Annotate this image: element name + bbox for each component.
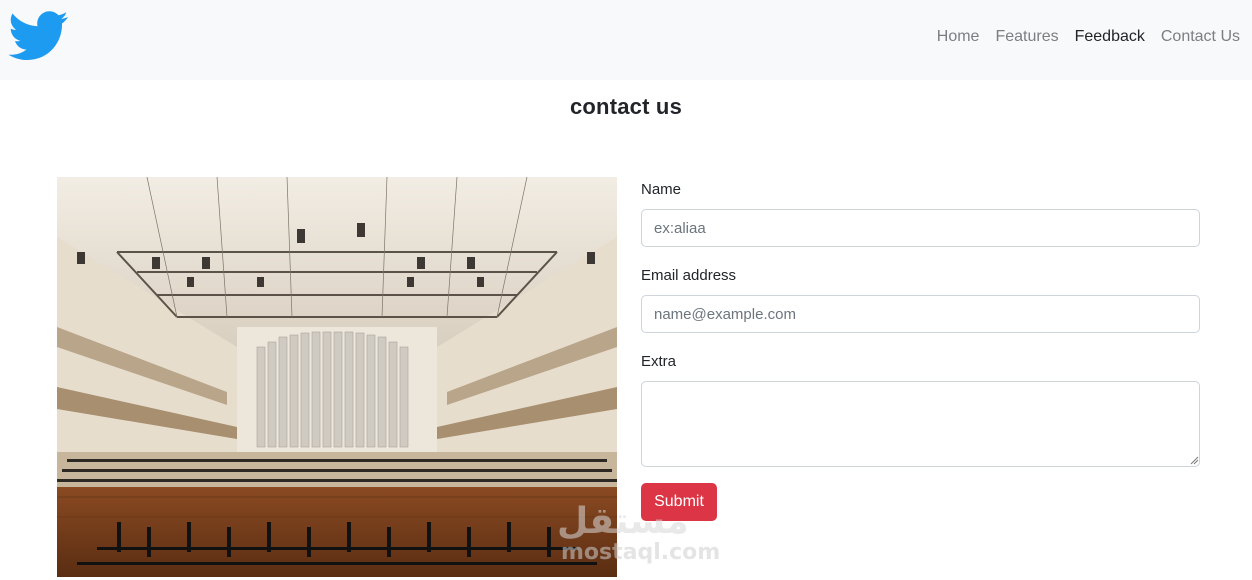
nav-item-feedback[interactable]: Feedback — [1075, 28, 1145, 46]
resize-handle-icon[interactable] — [1189, 455, 1199, 465]
nav-item-home[interactable]: Home — [937, 28, 980, 46]
email-input[interactable] — [641, 295, 1200, 333]
top-navbar: Home Features Feedback Contact Us — [0, 0, 1252, 80]
concert-hall-image — [57, 177, 617, 577]
main-nav: Home Features Feedback Contact Us — [937, 28, 1240, 46]
extra-label: Extra — [641, 353, 677, 370]
extra-textarea[interactable] — [641, 381, 1200, 467]
submit-button[interactable]: Submit — [641, 483, 717, 521]
nav-item-contact-us[interactable]: Contact Us — [1161, 28, 1240, 46]
email-label: Email address — [641, 267, 737, 284]
name-input[interactable] — [641, 209, 1200, 247]
page-title: contact us — [569, 94, 683, 119]
name-label: Name — [641, 181, 682, 198]
nav-item-features[interactable]: Features — [995, 28, 1058, 46]
twitter-bird-icon[interactable] — [9, 11, 69, 61]
